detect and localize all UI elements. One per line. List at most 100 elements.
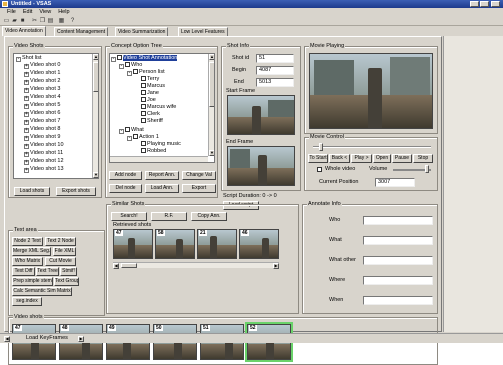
concept-tree[interactable]: - Video Shot Annotation - Who - Person list… [109,53,215,163]
open-button[interactable]: Open [373,154,391,163]
shot-list-tree[interactable]: - Shot list + Video shot 0 + Video shot 1 +… [13,53,99,179]
scroll-up-icon[interactable]: ▲ [93,54,98,60]
tree-node[interactable]: Terry [141,76,159,83]
list-item[interactable]: + Video shot 10 [24,142,64,149]
export-shots-button[interactable]: Export shots [56,187,96,196]
when-field[interactable] [363,296,433,305]
back-button[interactable]: Back < [329,154,350,163]
tree-node[interactable]: Marcus [141,83,165,90]
scroll-thumb[interactable] [209,62,214,107]
help-icon[interactable]: ? [69,18,76,24]
list-item[interactable]: + Video shot 1 [24,70,60,77]
concept-tree-scrollbar[interactable]: ▲ ▼ [208,54,214,156]
what-field[interactable] [363,236,433,245]
calc-semantic-sim-matrix-button[interactable]: Calc Semantic Sim Matrix [12,287,72,296]
text-2-node-button[interactable]: Text 2 Node [45,237,76,246]
merge-xml-seg-button[interactable]: Merge XML Seg. [12,247,51,256]
volume-slider-thumb[interactable] [425,165,429,173]
list-item[interactable]: + Video shot 13 [24,166,64,173]
list-item[interactable]: + Video shot 3 [24,86,60,93]
menu-edit[interactable]: Edit [23,9,32,15]
list-item[interactable]: + Video shot 8 [24,126,60,133]
scroll-thumb[interactable] [121,263,137,268]
list-item[interactable]: + Video shot 12 [24,158,64,165]
list-item[interactable]: + Video shot 7 [24,118,60,125]
tree-node[interactable]: - Person list [127,69,165,76]
load-keyframes-label[interactable]: Load KeyFrames [26,335,68,342]
text-tree-button[interactable]: Text Tree [36,267,59,276]
search-button[interactable]: Search! [111,212,147,221]
retrieved-shot-thumbnail[interactable]: 46 [239,229,279,259]
begin-field[interactable]: 4087 [256,66,294,75]
copy-ann-button[interactable]: Copy Ann. [191,212,227,221]
list-item[interactable]: + Video shot 2 [24,78,60,85]
load-shots-button[interactable]: Load shots [14,187,50,196]
text-diff-button[interactable]: Text Diff [12,267,35,276]
retrieved-shot-thumbnail[interactable]: 47 [113,229,153,259]
pause-button[interactable]: Pause [392,154,412,163]
close-button[interactable] [491,1,500,7]
list-item[interactable]: + Video shot 0 [24,62,60,69]
shot-list-scrollbar[interactable]: ▲ ▼ [92,54,98,178]
scroll-up-icon[interactable]: ▲ [209,54,214,60]
tab-video-summarization[interactable]: Video Summarization [115,27,169,36]
list-item[interactable]: + Video shot 9 [24,134,60,141]
tree-node[interactable]: Jane [141,90,159,97]
scroll-down-icon[interactable]: ▼ [209,150,214,156]
tree-node[interactable]: Marcus wife [141,104,176,111]
stop-button[interactable]: Stop [413,154,433,163]
list-item[interactable]: + Video shot 11 [24,150,63,157]
whole-video-checkbox[interactable] [317,167,322,172]
scroll-right-icon[interactable]: ▶ [273,263,279,269]
open-icon[interactable]: ▰ [11,18,18,24]
seg-index-button[interactable]: seg.index [12,297,42,306]
position-slider[interactable] [313,146,431,148]
retrieved-shot-thumbnail[interactable]: 21 [197,229,237,259]
scroll-down-icon[interactable]: ▼ [93,172,98,178]
file-xml-button[interactable]: File XML [53,247,76,256]
who-field[interactable] [363,216,433,225]
scroll-left-icon[interactable]: ◀ [4,336,10,342]
tree-node[interactable]: - What [119,127,144,134]
copy-icon[interactable]: ❐ [39,18,46,24]
print-icon[interactable]: ▦ [58,18,65,24]
scroll-left-icon[interactable]: ◀ [113,263,119,269]
paste-icon[interactable]: ▤ [47,18,54,24]
list-item[interactable]: + Video shot 6 [24,110,60,117]
prep-simple-stem-button[interactable]: Prep simple stem [12,277,53,286]
scroll-right-icon[interactable]: ▶ [78,336,84,342]
tree-node[interactable]: Joe [141,97,156,104]
minimize-button[interactable] [470,1,479,7]
tree-node-root[interactable]: - Video Shot Annotation [111,55,178,62]
text-group-button[interactable]: Text Group [54,277,79,286]
load-ann-button[interactable]: Load Ann. [145,184,179,193]
export-button[interactable]: Export [182,184,216,193]
play-button[interactable]: Play > [351,154,372,163]
end-field[interactable]: 5013 [256,78,294,87]
save-icon[interactable]: ■ [19,18,26,24]
list-item[interactable]: + Video shot 4 [24,94,60,101]
tree-node[interactable]: - Who [119,62,142,69]
movie-player-video[interactable] [309,53,433,129]
tree-node[interactable]: Robbed [141,148,166,155]
report-ann-button[interactable]: Report Ann. [145,171,179,180]
change-val-button[interactable]: Change Val [182,171,216,180]
cut-movie-button[interactable]: Cut Movie [45,257,76,266]
menu-help[interactable]: Help [58,9,69,15]
tree-node[interactable]: Clerk [141,111,160,118]
tree-node[interactable]: Playing music [141,141,181,148]
shot-list-root[interactable]: - Shot list [16,55,42,62]
new-icon[interactable]: ▭ [3,18,10,24]
add-node-button[interactable]: Add node [109,171,142,180]
retrieved-shots-scrollbar[interactable]: ◀ ▶ [113,262,279,269]
position-slider-thumb[interactable] [319,143,323,151]
maximize-button[interactable] [480,1,489,7]
current-position-field[interactable]: 3007 [375,178,415,187]
tab-low-level-features[interactable]: Low Level Features [178,27,228,36]
where-field[interactable] [363,276,433,285]
tree-node[interactable]: Sheriff [141,118,163,125]
who-matrix-button[interactable]: Who Matrix [12,257,43,266]
tab-video-annotation[interactable]: Video Annotation [2,26,46,36]
tab-content-management[interactable]: Content Management [54,27,109,36]
stmif-button[interactable]: Stmif! [60,267,77,276]
